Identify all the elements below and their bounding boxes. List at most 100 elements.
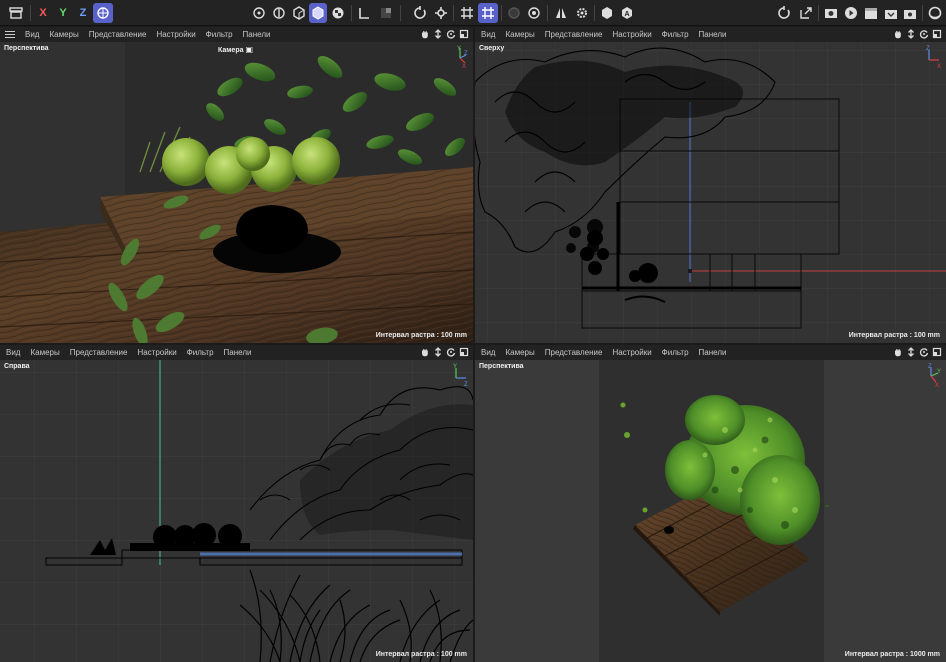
menu-view[interactable]: Вид — [6, 348, 20, 357]
grid-spacing-label: Интервал растра : 1000 mm — [844, 651, 940, 658]
hamburger-menu-icon[interactable] — [5, 29, 15, 41]
menu-display[interactable]: Представление — [70, 348, 128, 357]
menu-view[interactable]: Вид — [481, 348, 495, 357]
grid-spacing-label: Интервал растра : 100 mm — [848, 332, 940, 339]
export-icon[interactable] — [796, 3, 816, 23]
menu-options[interactable]: Настройки — [612, 348, 651, 357]
model-mode-icon[interactable] — [309, 3, 327, 23]
render-region-icon[interactable] — [505, 3, 523, 23]
axis-x-toggle[interactable]: X — [35, 3, 51, 23]
maximize-viewport-icon[interactable] — [932, 28, 942, 40]
viewport-title[interactable]: Перспектива — [4, 45, 49, 52]
render-view-icon[interactable] — [821, 3, 841, 23]
gizmo-label-a: Y — [453, 364, 457, 370]
menu-view[interactable]: Вид — [481, 30, 495, 39]
viewport-menubar: Вид Камеры Представление Настройки Фильт… — [475, 345, 946, 360]
rotate-view-icon[interactable] — [919, 346, 929, 358]
maximize-viewport-icon[interactable] — [459, 28, 469, 40]
menu-panel[interactable]: Панели — [224, 348, 252, 357]
pan-hand-icon[interactable] — [893, 28, 903, 40]
clapper-icon[interactable] — [861, 3, 881, 23]
edges-mode-icon[interactable] — [270, 3, 288, 23]
viewport-title[interactable]: Сверху — [479, 45, 504, 52]
axis-gizmo: Z X — [926, 46, 941, 70]
symmetry-icon[interactable] — [552, 3, 570, 23]
menu-filter[interactable]: Фильтр — [206, 30, 233, 39]
viewport-top[interactable]: Вид Камеры Представление Настройки Фильт… — [475, 27, 946, 343]
redshift-icon[interactable] — [926, 3, 944, 23]
menu-panel[interactable]: Панели — [699, 30, 727, 39]
workplane-snap-icon[interactable] — [478, 3, 498, 23]
axis-gizmo: Y Z X — [457, 46, 468, 70]
axis-gizmo: Y Z — [453, 364, 468, 388]
menu-options[interactable]: Настройки — [137, 348, 176, 357]
rotate-view-icon[interactable] — [919, 28, 929, 40]
animation-icon[interactable]: A — [618, 3, 636, 23]
gizmo-label-b: Y — [937, 369, 941, 375]
top-view-wireframe — [475, 42, 946, 343]
settings-gear-icon[interactable] — [573, 3, 591, 23]
workplane-grid-icon[interactable] — [457, 3, 477, 23]
move-arrows-icon[interactable] — [906, 346, 916, 358]
object-icon[interactable] — [598, 3, 616, 23]
texture-mode-icon[interactable] — [329, 3, 347, 23]
move-arrows-icon[interactable] — [906, 28, 916, 40]
undo-icon[interactable] — [774, 3, 794, 23]
menu-display[interactable]: Представление — [545, 348, 603, 357]
menu-view[interactable]: Вид — [25, 30, 39, 39]
grid-spacing-label: Интервал растра : 100 mm — [375, 332, 467, 339]
maximize-viewport-icon[interactable] — [459, 346, 469, 358]
polygons-mode-icon[interactable] — [290, 3, 308, 23]
rotate-view-icon[interactable] — [446, 28, 456, 40]
menu-cameras[interactable]: Камеры — [505, 30, 534, 39]
render-to-picture-viewer-icon[interactable] — [841, 3, 861, 23]
menu-options[interactable]: Настройки — [156, 30, 195, 39]
axis-mode-icon[interactable] — [355, 3, 373, 23]
menu-display[interactable]: Представление — [545, 30, 603, 39]
layout-menu-icon[interactable] — [6, 3, 26, 23]
pan-hand-icon[interactable] — [420, 28, 430, 40]
snap-settings-icon[interactable] — [432, 3, 450, 23]
points-mode-icon[interactable] — [250, 3, 268, 23]
viewport-canvas[interactable]: Перспектива Камера ▣ Y Z X Интервал растр… — [0, 42, 473, 343]
viewport-canvas[interactable]: Перспектива Z Y X Интервал растра : 1000… — [475, 360, 946, 662]
camera-label[interactable]: Камера ▣ — [218, 45, 253, 54]
menu-panel[interactable]: Панели — [699, 348, 727, 357]
coordinate-system-icon[interactable] — [93, 3, 113, 23]
viewport-title[interactable]: Перспектива — [479, 363, 524, 370]
main-toolbar: X Y Z A — [0, 0, 946, 26]
camera-icon: ▣ — [245, 45, 254, 54]
viewport-solo-icon[interactable] — [377, 3, 395, 23]
viewport-canvas[interactable]: Справа Y Z Интервал растра : 100 mm — [0, 360, 473, 662]
menu-filter[interactable]: Фильтр — [662, 30, 689, 39]
menu-filter[interactable]: Фильтр — [662, 348, 689, 357]
menu-filter[interactable]: Фильтр — [187, 348, 214, 357]
viewport-title[interactable]: Справа — [4, 363, 30, 370]
pan-hand-icon[interactable] — [893, 346, 903, 358]
menu-cameras[interactable]: Камеры — [505, 348, 534, 357]
gizmo-label-a: Z — [926, 46, 930, 52]
menu-cameras[interactable]: Камеры — [30, 348, 59, 357]
viewport-perspective-bottom-right[interactable]: Вид Камеры Представление Настройки Фильт… — [475, 345, 946, 662]
perspective-render — [0, 42, 473, 343]
interactive-render-icon[interactable] — [525, 3, 543, 23]
move-arrows-icon[interactable] — [433, 28, 443, 40]
menu-panel[interactable]: Панели — [243, 30, 271, 39]
viewport-right[interactable]: Вид Камеры Представление Настройки Фильт… — [0, 345, 473, 662]
menu-options[interactable]: Настройки — [612, 30, 651, 39]
gizmo-label-b: X — [937, 64, 941, 70]
rotate-view-icon[interactable] — [446, 346, 456, 358]
maximize-viewport-icon[interactable] — [932, 346, 942, 358]
viewport-canvas[interactable]: Сверху Z X Интервал растра : 100 mm — [475, 42, 946, 343]
axis-z-toggle[interactable]: Z — [75, 3, 91, 23]
render-settings-icon[interactable] — [900, 3, 920, 23]
pan-hand-icon[interactable] — [420, 346, 430, 358]
move-arrows-icon[interactable] — [433, 346, 443, 358]
gizmo-label-b: Z — [464, 382, 468, 388]
axis-y-toggle[interactable]: Y — [55, 3, 71, 23]
menu-cameras[interactable]: Камеры — [49, 30, 78, 39]
menu-display[interactable]: Представление — [89, 30, 147, 39]
enable-snapping-icon[interactable] — [410, 3, 430, 23]
viewport-perspective-top-left[interactable]: Вид Камеры Представление Настройки Фильт… — [0, 27, 473, 343]
batch-render-icon[interactable] — [881, 3, 901, 23]
